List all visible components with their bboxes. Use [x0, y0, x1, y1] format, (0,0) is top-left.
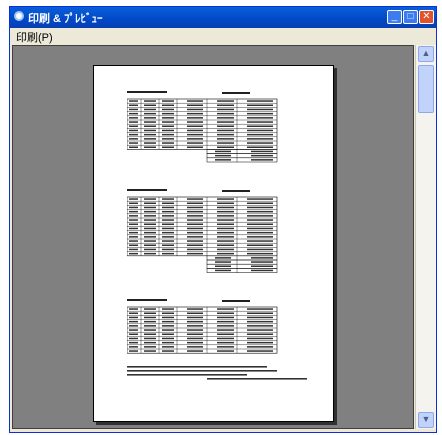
print-preview-area[interactable] [12, 45, 414, 429]
menu-print[interactable]: 印刷(P) [16, 29, 53, 45]
minimize-icon: _ [391, 11, 398, 22]
chevron-up-icon: ▲ [421, 48, 431, 58]
preview-window: 印刷 & ﾌﾟﾚﾋﾞｭｰ _ □ ✕ 印刷(P) ▲ ▼ [9, 6, 437, 433]
scroll-down-button[interactable]: ▼ [418, 412, 434, 428]
report-table-3 [127, 299, 278, 354]
title-bar[interactable]: 印刷 & ﾌﾟﾚﾋﾞｭｰ _ □ ✕ [10, 7, 436, 28]
menu-bar: 印刷(P) [10, 28, 436, 44]
minimize-button[interactable]: _ [387, 10, 402, 24]
report-table-1 [127, 91, 278, 163]
report-table-2 [127, 189, 278, 273]
chevron-down-icon: ▼ [421, 414, 431, 424]
preview-page [93, 65, 334, 422]
scroll-thumb[interactable] [418, 65, 434, 113]
maximize-button[interactable]: □ [403, 10, 418, 24]
window-title: 印刷 & ﾌﾟﾚﾋﾞｭｰ [28, 13, 103, 25]
maximize-icon: □ [407, 11, 414, 22]
vertical-scrollbar[interactable]: ▲ ▼ [415, 45, 436, 429]
close-button[interactable]: ✕ [419, 10, 434, 24]
close-icon: ✕ [422, 11, 431, 22]
report-footer-text [127, 366, 307, 380]
scroll-up-button[interactable]: ▲ [418, 46, 434, 62]
app-icon[interactable] [14, 11, 24, 21]
